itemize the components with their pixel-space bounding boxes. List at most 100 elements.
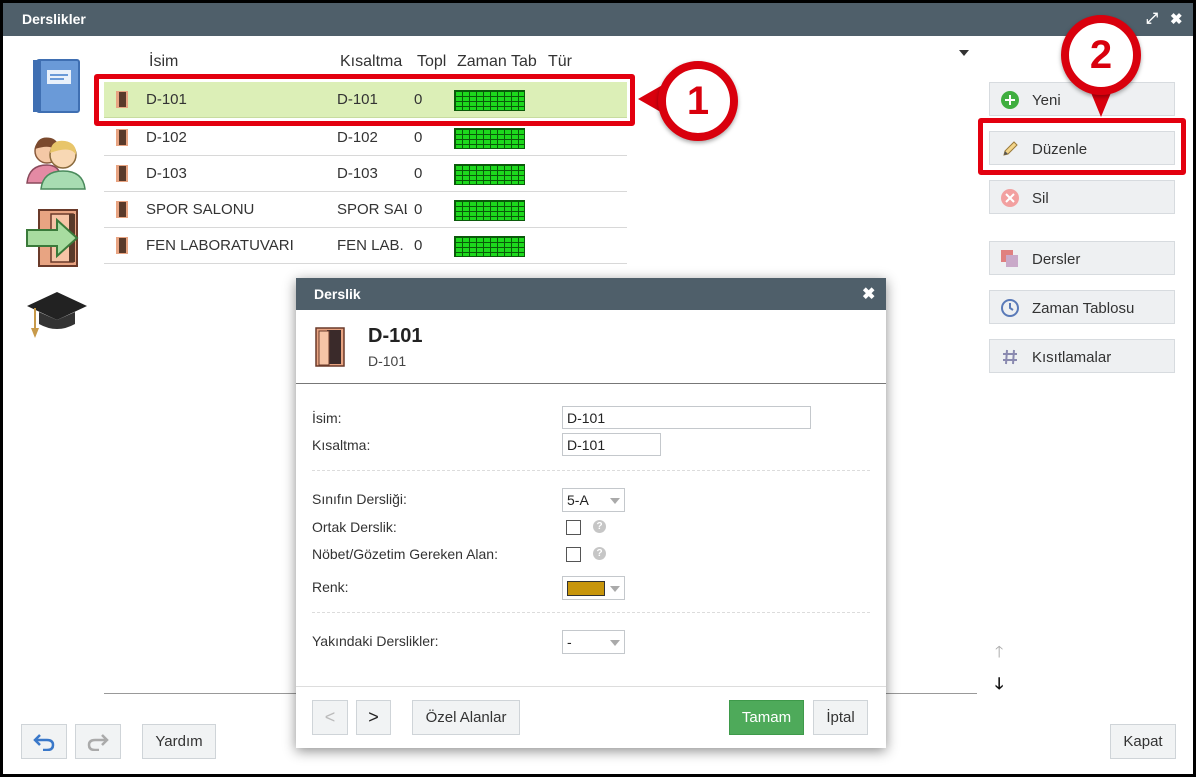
dialog-header-short: D-101 xyxy=(368,353,407,369)
row-total: 0 xyxy=(414,237,423,254)
short-field[interactable]: D-101 xyxy=(562,433,661,456)
undo-button[interactable] xyxy=(21,724,67,759)
name-label: İsim: xyxy=(312,410,342,426)
door-icon xyxy=(116,201,128,218)
nearby-label: Yakındaki Derslikler: xyxy=(312,633,439,649)
book-icon[interactable] xyxy=(31,58,83,114)
help-button[interactable]: Yardım xyxy=(142,724,216,759)
teachers-icon[interactable] xyxy=(25,133,87,191)
courses-icon xyxy=(1001,250,1018,267)
row-name: D-102 xyxy=(146,129,187,146)
chevron-down-icon xyxy=(610,498,620,504)
constraints-button[interactable]: Kısıtlamalar xyxy=(989,339,1175,373)
row-short: SPOR SAL xyxy=(337,201,407,218)
undo-icon xyxy=(33,734,55,752)
new-button-label: Yeni xyxy=(1032,92,1061,109)
color-select[interactable] xyxy=(562,576,625,600)
door-icon xyxy=(116,129,128,146)
move-down-arrow-icon[interactable]: 🡓 xyxy=(995,673,1003,700)
ok-button[interactable]: Tamam xyxy=(729,700,804,735)
redo-button[interactable] xyxy=(75,724,121,759)
courses-button-label: Dersler xyxy=(1032,251,1081,268)
column-header-type[interactable]: Tür xyxy=(548,53,572,71)
timetable-indicator xyxy=(454,236,525,257)
timetable-button-label: Zaman Tablosu xyxy=(1032,300,1135,317)
name-field[interactable]: D-101 xyxy=(562,406,811,429)
clock-icon xyxy=(1001,299,1019,317)
row-total: 0 xyxy=(414,129,423,146)
delete-button-label: Sil xyxy=(1032,190,1049,207)
move-up-arrow-icon[interactable]: 🡑 xyxy=(995,641,1003,668)
cancel-button[interactable]: İptal xyxy=(813,700,868,735)
next-button[interactable]: > xyxy=(356,700,391,735)
short-label: Kısaltma: xyxy=(312,437,371,453)
close-icon[interactable]: ✖ xyxy=(1170,10,1183,28)
row-total: 0 xyxy=(414,165,423,182)
class-room-select[interactable]: 5-A xyxy=(562,488,625,512)
classroom-door-arrow-icon[interactable] xyxy=(25,208,87,268)
duty-label: Nöbet/Gözetim Gereken Alan: xyxy=(312,546,498,562)
row-name: SPOR SALONU xyxy=(146,201,255,218)
nearby-select-value: - xyxy=(567,634,572,650)
column-header-short[interactable]: Kısaltma xyxy=(340,53,402,71)
row-name: D-103 xyxy=(146,165,187,182)
column-menu-caret-icon[interactable] xyxy=(959,50,969,56)
help-icon[interactable]: ? xyxy=(593,520,606,533)
callout-badge-1: 1 xyxy=(658,61,738,141)
close-button[interactable]: Kapat xyxy=(1110,724,1176,759)
redo-icon xyxy=(87,734,109,752)
highlight-box-row xyxy=(94,74,635,126)
door-icon xyxy=(116,165,128,182)
row-total: 0 xyxy=(414,201,423,218)
chevron-down-icon xyxy=(610,640,620,646)
table-row[interactable]: SPOR SALONU SPOR SAL 0 xyxy=(104,192,627,228)
classrooms-window: Derslikler ⤢ ✖ İsim Kısaltma Topl Zaman … xyxy=(3,3,1193,774)
nearby-select[interactable]: - xyxy=(562,630,625,654)
color-label: Renk: xyxy=(312,579,349,595)
dialog-close-icon[interactable]: ✖ xyxy=(862,284,875,304)
section-divider xyxy=(312,612,870,613)
duty-checkbox[interactable] xyxy=(566,547,581,562)
timetable-indicator xyxy=(454,164,525,185)
row-short: D-102 xyxy=(337,129,378,146)
dialog-titlebar: Derslik ✖ xyxy=(296,278,886,310)
custom-fields-button[interactable]: Özel Alanlar xyxy=(412,700,520,735)
row-name: FEN LABORATUVARI xyxy=(146,237,294,254)
shared-checkbox[interactable] xyxy=(566,520,581,535)
dialog-header-name: D-101 xyxy=(368,325,423,347)
hash-icon xyxy=(1003,349,1017,365)
dialog-footer-divider xyxy=(296,686,886,687)
column-header-total[interactable]: Topl xyxy=(417,53,449,71)
delete-button[interactable]: Sil xyxy=(989,180,1175,214)
help-icon[interactable]: ? xyxy=(593,547,606,560)
plus-circle-icon xyxy=(1001,91,1019,109)
callout-badge-2: 2 xyxy=(1061,15,1141,95)
maximize-icon[interactable]: ⤢ xyxy=(1146,10,1158,27)
timetable-indicator xyxy=(454,200,525,221)
column-header-timetable[interactable]: Zaman Tab xyxy=(457,53,541,71)
graduation-cap-icon[interactable] xyxy=(25,288,89,340)
section-divider xyxy=(312,470,870,471)
chevron-down-icon xyxy=(610,586,620,592)
highlight-box-edit xyxy=(978,118,1186,175)
row-short: D-103 xyxy=(337,165,378,182)
column-header-name[interactable]: İsim xyxy=(149,53,178,71)
door-icon xyxy=(315,327,345,367)
shared-label: Ortak Derslik: xyxy=(312,519,397,535)
delete-circle-icon xyxy=(1001,189,1019,207)
constraints-button-label: Kısıtlamalar xyxy=(1032,349,1112,366)
dialog-header-divider xyxy=(296,383,886,384)
window-title: Derslikler xyxy=(22,11,86,27)
previous-button[interactable]: < xyxy=(312,700,348,735)
color-swatch xyxy=(567,581,605,596)
table-row[interactable]: D-103 D-103 0 xyxy=(104,156,627,192)
class-room-select-value: 5-A xyxy=(567,492,589,508)
timetable-button[interactable]: Zaman Tablosu xyxy=(989,290,1175,324)
classroom-dialog: Derslik ✖ D-101 D-101 İsim: D-101 Kısalt… xyxy=(296,278,886,748)
timetable-indicator xyxy=(454,128,525,149)
table-row[interactable]: FEN LABORATUVARI FEN LAB. 0 xyxy=(104,228,627,264)
courses-button[interactable]: Dersler xyxy=(989,241,1175,275)
row-short: FEN LAB. xyxy=(337,237,404,254)
door-icon xyxy=(116,237,128,254)
class-room-label: Sınıfın Dersliği: xyxy=(312,491,407,507)
